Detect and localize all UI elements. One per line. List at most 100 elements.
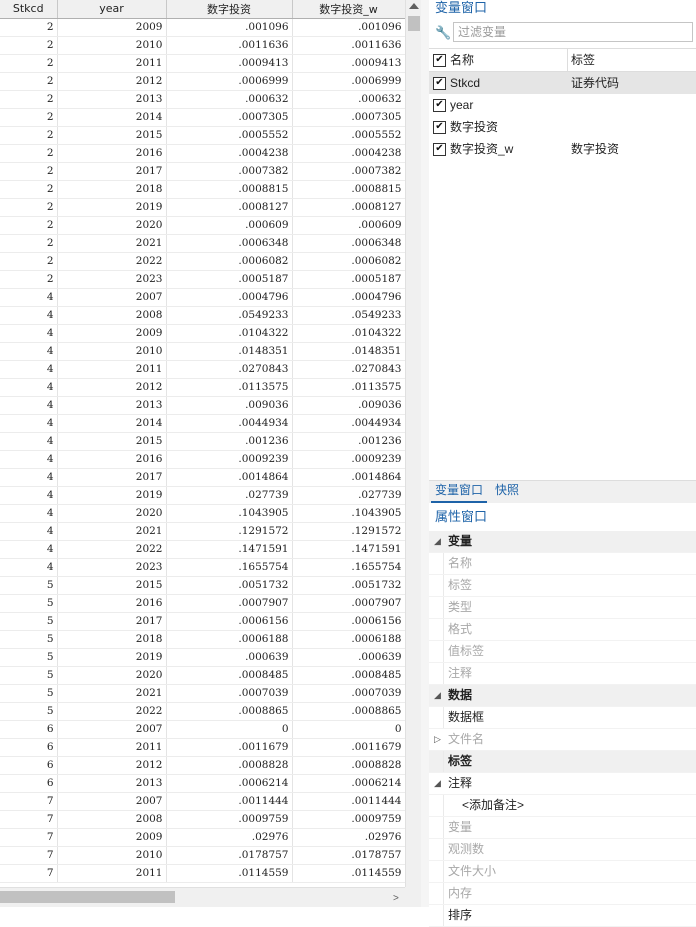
scroll-right-arrow-icon[interactable]: >: [393, 893, 399, 904]
cell-stkcd[interactable]: 5: [0, 594, 58, 613]
cell-digital-investment-w[interactable]: .1471591: [292, 540, 406, 559]
cell-digital-investment[interactable]: .0008815: [166, 180, 293, 199]
cell-digital-investment[interactable]: .0007382: [166, 162, 293, 181]
cell-stkcd[interactable]: 2: [0, 108, 58, 127]
cell-digital-investment[interactable]: .0008127: [166, 198, 293, 217]
table-row[interactable]: 2 2013.000632.000632: [0, 90, 406, 109]
variable-checkbox[interactable]: ✔: [433, 99, 446, 112]
table-row[interactable]: 2 2019.0008127.0008127: [0, 198, 406, 217]
cell-digital-investment-w[interactable]: .000609: [292, 216, 406, 235]
cell-digital-investment[interactable]: .0051732: [166, 576, 293, 595]
cell-stkcd[interactable]: 5: [0, 702, 58, 721]
table-row[interactable]: 2 2012.0006999.0006999: [0, 72, 406, 91]
collapse-triangle-icon[interactable]: ◢: [434, 773, 441, 794]
cell-year[interactable]: 2017: [57, 612, 167, 631]
property-row[interactable]: ▷ 文件名: [429, 729, 696, 751]
cell-stkcd[interactable]: 7: [0, 846, 58, 865]
cell-year[interactable]: 2014: [57, 414, 167, 433]
cell-year[interactable]: 2013: [57, 396, 167, 415]
table-row[interactable]: 7 2007.0011444.0011444: [0, 792, 406, 811]
cell-digital-investment-w[interactable]: .0011636: [292, 36, 406, 55]
cell-year[interactable]: 2009: [57, 18, 167, 37]
cell-stkcd[interactable]: 2: [0, 90, 58, 109]
table-row[interactable]: 7 2010.0178757.0178757: [0, 846, 406, 865]
cell-digital-investment[interactable]: .1291572: [166, 522, 293, 541]
table-row[interactable]: 2 2015.0005552.0005552: [0, 126, 406, 145]
property-row[interactable]: 内存: [429, 883, 696, 905]
cell-stkcd[interactable]: 4: [0, 342, 58, 361]
cell-digital-investment[interactable]: .0004238: [166, 144, 293, 163]
cell-digital-investment-w[interactable]: .0009413: [292, 54, 406, 73]
table-row[interactable]: 5 2021.0007039.0007039: [0, 684, 406, 703]
cell-stkcd[interactable]: 4: [0, 540, 58, 559]
table-row[interactable]: 7 2008.0009759.0009759: [0, 810, 406, 829]
cell-digital-investment[interactable]: .000609: [166, 216, 293, 235]
table-row[interactable]: 5 2016.0007907.0007907: [0, 594, 406, 613]
cell-digital-investment[interactable]: .0007907: [166, 594, 293, 613]
cell-digital-investment-w[interactable]: .0005552: [292, 126, 406, 145]
cell-digital-investment-w[interactable]: .000632: [292, 90, 406, 109]
cell-year[interactable]: 2013: [57, 90, 167, 109]
table-row[interactable]: 4 2017.0014864.0014864: [0, 468, 406, 487]
cell-digital-investment[interactable]: .0006348: [166, 234, 293, 253]
cell-digital-investment-w[interactable]: .001236: [292, 432, 406, 451]
variable-checkbox[interactable]: ✔: [433, 143, 446, 156]
table-row[interactable]: 4 2009.0104322.0104322: [0, 324, 406, 343]
cell-digital-investment-w[interactable]: .0011444: [292, 792, 406, 811]
cell-year[interactable]: 2022: [57, 540, 167, 559]
table-row[interactable]: 4 2016.0009239.0009239: [0, 450, 406, 469]
cell-stkcd[interactable]: 4: [0, 504, 58, 523]
cell-year[interactable]: 2010: [57, 342, 167, 361]
cell-year[interactable]: 2023: [57, 558, 167, 577]
table-row[interactable]: 2 2023.0005187.0005187: [0, 270, 406, 289]
cell-stkcd[interactable]: 2: [0, 54, 58, 73]
cell-digital-investment-w[interactable]: .0008815: [292, 180, 406, 199]
cell-digital-investment[interactable]: .027739: [166, 486, 293, 505]
cell-year[interactable]: 2012: [57, 756, 167, 775]
label-column-header[interactable]: 标签: [571, 49, 595, 71]
cell-stkcd[interactable]: 2: [0, 72, 58, 91]
cell-digital-investment[interactable]: .0011444: [166, 792, 293, 811]
cell-digital-investment[interactable]: .0008865: [166, 702, 293, 721]
table-row[interactable]: 2 2010.0011636.0011636: [0, 36, 406, 55]
cell-digital-investment-w[interactable]: .0006214: [292, 774, 406, 793]
cell-digital-investment[interactable]: .0008485: [166, 666, 293, 685]
cell-digital-investment[interactable]: .0007305: [166, 108, 293, 127]
cell-year[interactable]: 2015: [57, 126, 167, 145]
cell-year[interactable]: 2020: [57, 216, 167, 235]
cell-stkcd[interactable]: 7: [0, 864, 58, 883]
cell-digital-investment-w[interactable]: .001096: [292, 18, 406, 37]
cell-digital-investment[interactable]: .0008828: [166, 756, 293, 775]
cell-year[interactable]: 2007: [57, 720, 167, 739]
cell-stkcd[interactable]: 2: [0, 144, 58, 163]
cell-digital-investment[interactable]: .0005187: [166, 270, 293, 289]
cell-digital-investment-w[interactable]: .0114559: [292, 864, 406, 883]
cell-digital-investment-w[interactable]: .009036: [292, 396, 406, 415]
cell-stkcd[interactable]: 4: [0, 378, 58, 397]
cell-stkcd[interactable]: 2: [0, 234, 58, 253]
horizontal-scroll-thumb[interactable]: [0, 891, 175, 903]
cell-year[interactable]: 2009: [57, 828, 167, 847]
cell-stkcd[interactable]: 6: [0, 720, 58, 739]
variable-row-digital-investment[interactable]: ✔ 数字投资: [429, 116, 696, 138]
cell-stkcd[interactable]: 6: [0, 738, 58, 757]
variable-row-year[interactable]: ✔ year: [429, 94, 696, 116]
cell-year[interactable]: 2019: [57, 648, 167, 667]
cell-digital-investment-w[interactable]: .0007382: [292, 162, 406, 181]
table-row[interactable]: 2 2014.0007305.0007305: [0, 108, 406, 127]
cell-year[interactable]: 2019: [57, 198, 167, 217]
cell-year[interactable]: 2020: [57, 504, 167, 523]
vertical-scrollbar[interactable]: [405, 0, 421, 887]
select-all-checkbox[interactable]: ✔: [433, 54, 446, 67]
table-row[interactable]: 4 2020.1043905.1043905: [0, 504, 406, 523]
table-row[interactable]: 4 2021.1291572.1291572: [0, 522, 406, 541]
cell-digital-investment-w[interactable]: .1655754: [292, 558, 406, 577]
cell-digital-investment[interactable]: .0006156: [166, 612, 293, 631]
cell-digital-investment[interactable]: .0270843: [166, 360, 293, 379]
cell-year[interactable]: 2022: [57, 702, 167, 721]
cell-digital-investment-w[interactable]: .0009239: [292, 450, 406, 469]
cell-digital-investment[interactable]: .0006188: [166, 630, 293, 649]
cell-digital-investment-w[interactable]: .1291572: [292, 522, 406, 541]
property-row[interactable]: 类型: [429, 597, 696, 619]
table-row[interactable]: 2 2016.0004238.0004238: [0, 144, 406, 163]
